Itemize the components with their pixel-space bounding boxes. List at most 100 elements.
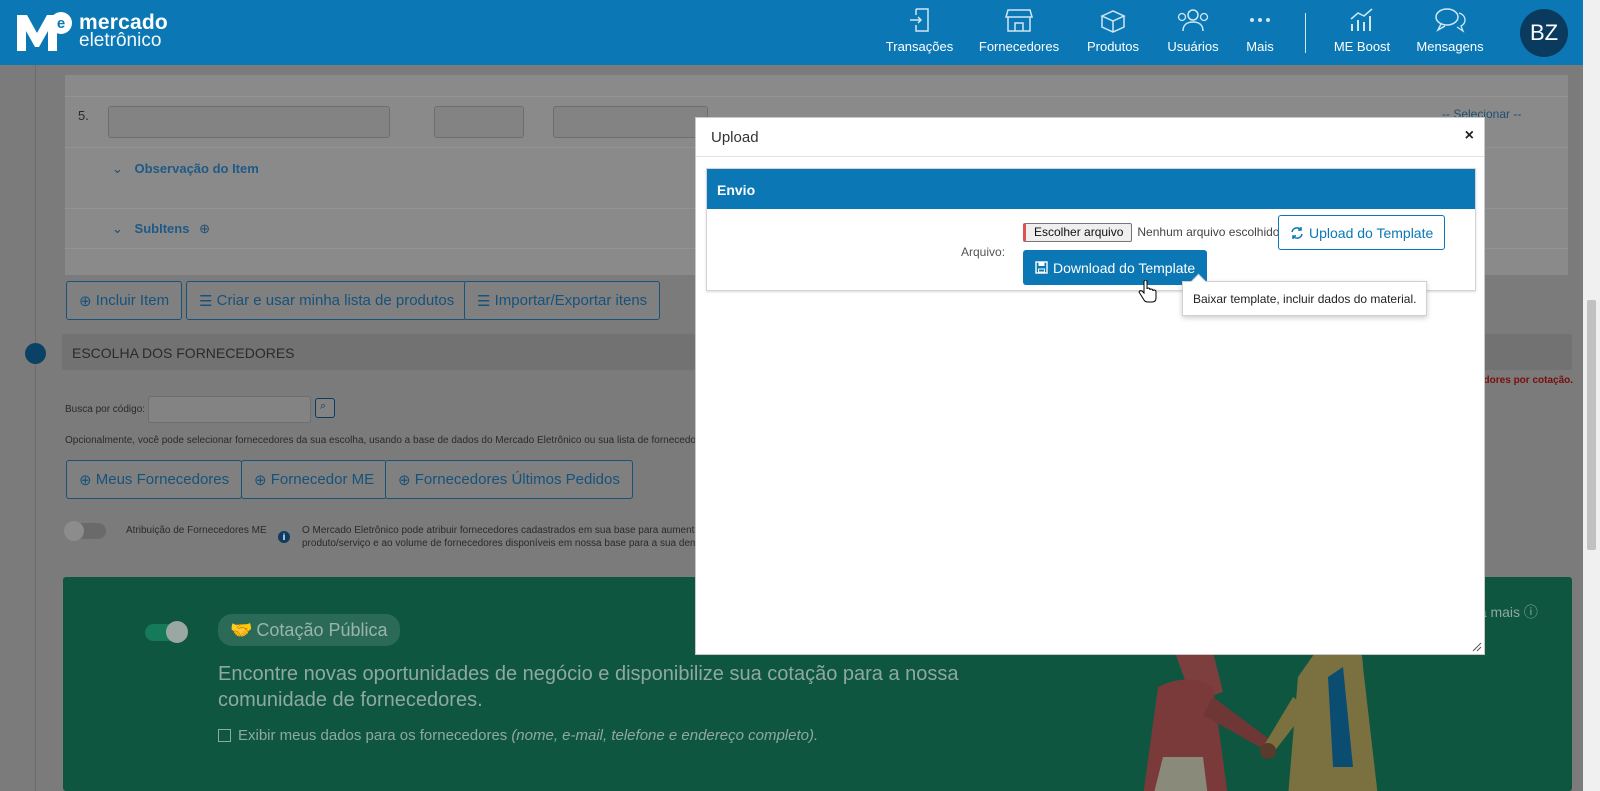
file-status: Nenhum arquivo escolhido bbox=[1137, 225, 1280, 239]
box-icon bbox=[1100, 10, 1126, 33]
close-icon[interactable]: × bbox=[1465, 127, 1474, 145]
hand-cursor-icon bbox=[1138, 280, 1157, 303]
modal-title: Upload bbox=[711, 129, 759, 146]
button-label: Meus Fornecedores bbox=[95, 471, 230, 488]
criar-lista-button[interactable]: ☰ Criar e usar minha lista de produtos bbox=[186, 281, 468, 320]
nav-label: Mensagens bbox=[1416, 39, 1484, 54]
arquivo-label: Arquivo: bbox=[961, 245, 1006, 259]
mercado-eletronico-logo[interactable]: e mercado eletrônico bbox=[15, 11, 168, 53]
nav-label: Transações bbox=[885, 39, 954, 54]
list-icon: ☰ bbox=[199, 292, 217, 310]
nav-divider bbox=[1305, 13, 1306, 53]
plus-circle-icon: ⊕ bbox=[79, 471, 96, 489]
atribuicao-label: Atribuição de Fornecedores ME bbox=[126, 525, 267, 536]
top-navigation-bar: e mercado eletrônico Transações Forneced… bbox=[0, 0, 1583, 65]
info-circle-icon: ⓘ bbox=[1523, 604, 1538, 620]
nav-mais[interactable]: Mais bbox=[1240, 0, 1280, 65]
chevron-down-icon: ⌄ bbox=[112, 221, 123, 236]
row-divider bbox=[65, 96, 1568, 97]
scrollbar-thumb[interactable] bbox=[1587, 300, 1596, 550]
resize-handle-icon[interactable] bbox=[1472, 642, 1482, 652]
importar-exportar-button[interactable]: ☰ Importar/Exportar itens bbox=[464, 281, 661, 320]
timeline-dot bbox=[25, 343, 46, 364]
suppliers-limit-note: edores por cotação. bbox=[1478, 375, 1574, 386]
meus-fornecedores-button[interactable]: ⊕ Meus Fornecedores bbox=[66, 460, 243, 499]
checkbox-note: (nome, e-mail, telefone e endereço compl… bbox=[511, 727, 819, 744]
nav-label: Mais bbox=[1246, 39, 1274, 54]
user-avatar[interactable]: BZ bbox=[1520, 9, 1568, 57]
observacao-toggle[interactable]: ⌄ Observação do Item bbox=[112, 161, 259, 177]
upload-modal: Upload × Envio Arquivo: Escolher arquivo… bbox=[695, 117, 1485, 655]
search-code-label: Busca por código: bbox=[65, 404, 146, 415]
envio-panel: Envio Arquivo: Escolher arquivo Nenhum a… bbox=[706, 168, 1476, 291]
atribuicao-toggle[interactable] bbox=[64, 521, 106, 541]
nav-mensagens[interactable]: Mensagens bbox=[1414, 0, 1486, 65]
suppliers-helper-text: Opcionalmente, você pode selecionar forn… bbox=[65, 435, 700, 446]
choose-file-button[interactable]: Escolher arquivo bbox=[1023, 222, 1133, 242]
item-description-input[interactable] bbox=[108, 106, 390, 138]
plus-circle-icon: ⊕ bbox=[254, 471, 271, 489]
chart-icon bbox=[1350, 8, 1373, 31]
add-circle-icon: ⊕ bbox=[199, 221, 210, 236]
button-label: Upload do Template bbox=[1309, 224, 1434, 241]
download-template-button[interactable]: Download do Template bbox=[1023, 250, 1208, 285]
logo-mark-icon: e bbox=[15, 11, 73, 53]
row-number: 5. bbox=[78, 108, 89, 123]
page-scrollbar[interactable] bbox=[1583, 0, 1600, 791]
info-icon[interactable]: i bbox=[278, 531, 290, 543]
users-icon bbox=[1177, 9, 1209, 32]
envio-header: Envio bbox=[707, 169, 1475, 209]
download-tooltip: Baixar template, incluir dados do materi… bbox=[1182, 281, 1428, 316]
exibir-dados-checkbox[interactable]: Exibir meus dados para os fornecedores (… bbox=[218, 727, 818, 744]
search-button[interactable]: ⌕ bbox=[315, 398, 335, 418]
item-unit-select[interactable] bbox=[553, 106, 708, 138]
plus-circle-icon: ⊕ bbox=[398, 471, 415, 489]
nav-label: Produtos bbox=[1086, 39, 1140, 54]
search-code-input[interactable] bbox=[148, 396, 311, 423]
store-icon bbox=[1005, 9, 1033, 32]
button-label: Fornecedor ME bbox=[270, 471, 375, 488]
observacao-label: Observação do Item bbox=[134, 161, 259, 176]
nav-fornecedores[interactable]: Fornecedores bbox=[975, 0, 1063, 65]
button-label: Fornecedores Últimos Pedidos bbox=[414, 471, 620, 488]
cotacao-publica-pill: 🤝 Cotação Pública bbox=[218, 614, 400, 646]
incluir-item-button[interactable]: ⊕ Incluir Item bbox=[66, 281, 183, 320]
button-label: Criar e usar minha lista de produtos bbox=[216, 292, 455, 309]
nav-label: ME Boost bbox=[1333, 39, 1391, 54]
upload-template-button[interactable]: Upload do Template bbox=[1278, 215, 1446, 250]
logo-text-line2: eletrônico bbox=[79, 30, 162, 51]
nav-produtos[interactable]: Produtos bbox=[1083, 0, 1143, 65]
modal-header: Upload × bbox=[696, 118, 1484, 157]
save-icon bbox=[1035, 261, 1048, 274]
timeline-line bbox=[35, 65, 36, 791]
list-icon: ☰ bbox=[477, 292, 495, 310]
fornecedor-me-button[interactable]: ⊕ Fornecedor ME bbox=[241, 460, 388, 499]
nav-usuarios[interactable]: Usuários bbox=[1163, 0, 1223, 65]
checkbox-box[interactable] bbox=[218, 729, 231, 742]
cotacao-publica-toggle[interactable] bbox=[145, 621, 188, 643]
transactions-icon bbox=[909, 8, 929, 32]
nav-transacoes[interactable]: Transações bbox=[882, 0, 957, 65]
atribuicao-text-line2: produto/serviço e ao volume de fornecedo… bbox=[302, 538, 699, 549]
atribuicao-text-line1: O Mercado Eletrônico pode atribuir forne… bbox=[302, 525, 701, 536]
chat-icon bbox=[1435, 8, 1466, 33]
svg-text:e: e bbox=[57, 15, 65, 32]
refresh-icon bbox=[1291, 226, 1303, 239]
checkbox-label: Exibir meus dados para os fornecedores bbox=[238, 727, 508, 744]
button-label: Importar/Exportar itens bbox=[494, 292, 648, 309]
file-input[interactable]: Escolher arquivo Nenhum arquivo escolhid… bbox=[1023, 222, 1279, 242]
button-label: Incluir Item bbox=[95, 292, 170, 309]
fornecedores-ultimos-pedidos-button[interactable]: ⊕ Fornecedores Últimos Pedidos bbox=[385, 460, 633, 499]
nav-label: Usuários bbox=[1167, 39, 1219, 54]
pill-label: Cotação Pública bbox=[256, 619, 388, 640]
handshake-icon: 🤝 bbox=[230, 619, 253, 640]
chevron-down-icon: ⌄ bbox=[112, 161, 123, 176]
subitens-toggle[interactable]: ⌄ SubItens ⊕ bbox=[112, 221, 210, 237]
item-quantity-input[interactable] bbox=[434, 106, 524, 138]
subitens-label: SubItens bbox=[134, 221, 190, 236]
nav-label: Fornecedores bbox=[978, 39, 1060, 54]
suppliers-section-title: ESCOLHA DOS FORNECEDORES bbox=[72, 345, 295, 361]
button-label: Download do Template bbox=[1053, 259, 1196, 276]
plus-circle-icon: ⊕ bbox=[79, 292, 96, 310]
nav-me-boost[interactable]: ME Boost bbox=[1330, 0, 1394, 65]
